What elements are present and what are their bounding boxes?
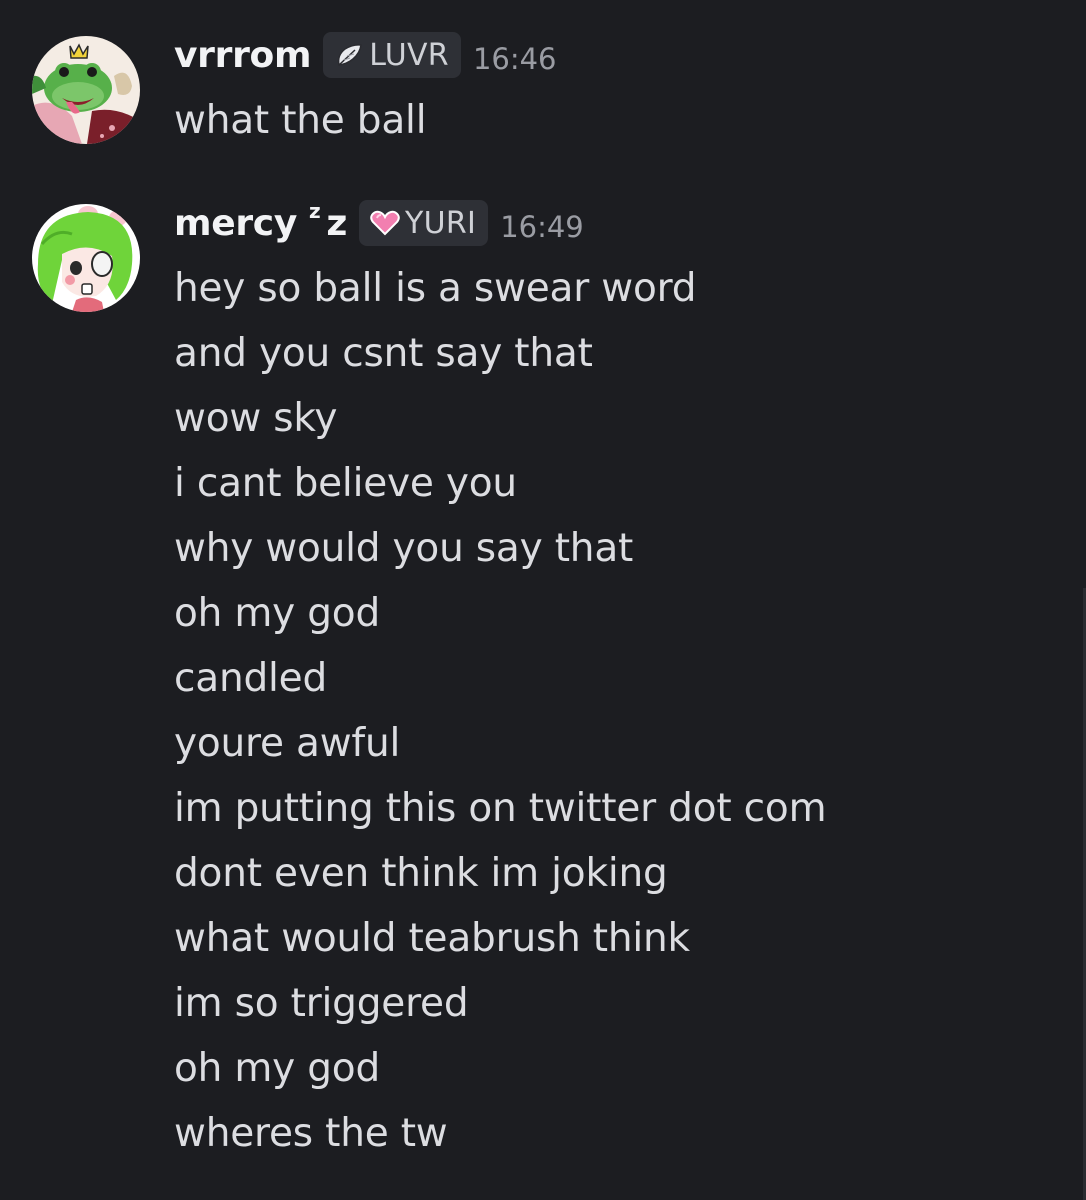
avatar-green-hair-icon xyxy=(32,204,140,312)
tag-label: LUVR xyxy=(369,37,449,73)
username-suffix: z xyxy=(326,202,347,244)
message-lines: hey so ball is a swear word and you csnt… xyxy=(174,256,827,1166)
message-line[interactable]: oh my god xyxy=(174,581,826,646)
message-group: mercy z z YURI 16:49 hey so ball is a sw… xyxy=(0,198,1086,1158)
pink-heart-icon xyxy=(370,210,400,236)
message-lines: what the ball xyxy=(174,88,427,153)
message-group: vrrrom LUVR 16:46 what the ball xyxy=(0,30,1086,160)
timestamp: 16:49 xyxy=(500,210,584,244)
message-line[interactable]: wheres the tw xyxy=(174,1101,826,1166)
tag-label: YURI xyxy=(405,205,477,241)
message-line[interactable]: what the ball xyxy=(174,88,427,153)
message-line[interactable]: and you csnt say that xyxy=(174,321,826,386)
message-line[interactable]: wow sky xyxy=(174,386,826,451)
message-line[interactable]: candled xyxy=(174,646,826,711)
avatar-frog-icon xyxy=(32,36,140,144)
message-line[interactable]: hey so ball is a swear word xyxy=(174,256,826,321)
message-line[interactable]: why would you say that xyxy=(174,516,826,581)
message-line[interactable]: what would teabrush think xyxy=(174,906,826,971)
chat-messages: vrrrom LUVR 16:46 what the ball mercy z … xyxy=(0,0,1086,1200)
message-line[interactable]: youre awful xyxy=(174,711,826,776)
role-tag[interactable]: YURI xyxy=(359,200,489,246)
message-line[interactable]: im putting this on twitter dot com xyxy=(174,776,827,841)
username-superscript: z xyxy=(309,199,321,223)
message-header: vrrrom LUVR 16:46 xyxy=(174,30,557,80)
message-line[interactable]: dont even think im joking xyxy=(174,841,826,906)
message-line[interactable]: i cant believe you xyxy=(174,451,826,516)
message-header: mercy z z YURI 16:49 xyxy=(174,198,584,248)
message-line[interactable]: oh my god xyxy=(174,1036,826,1101)
avatar[interactable] xyxy=(32,36,140,144)
message-line[interactable]: im so triggered xyxy=(174,971,826,1036)
role-tag[interactable]: LUVR xyxy=(323,32,461,78)
avatar[interactable] xyxy=(32,204,140,312)
feather-icon xyxy=(338,44,363,66)
username[interactable]: vrrrom xyxy=(174,35,311,76)
username[interactable]: mercy xyxy=(174,203,297,244)
timestamp: 16:46 xyxy=(472,42,557,76)
